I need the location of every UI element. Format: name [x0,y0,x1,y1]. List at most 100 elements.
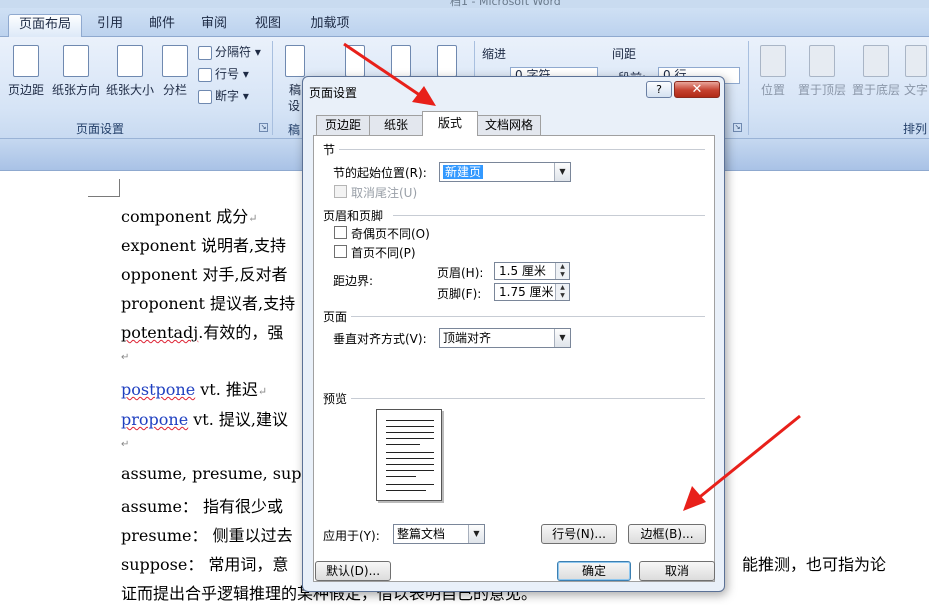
orientation-label: 纸张方向 [51,83,100,97]
partial-label-1: 稿 [288,83,301,97]
footer-distance-value: 1.75 厘米 [499,285,554,299]
layout-panel [313,135,715,582]
vertical-align-select[interactable]: 顶端对齐 ▼ [439,328,571,348]
header-distance-label: 页眉(H): [437,266,484,280]
cancel-button[interactable]: 取消 [639,561,715,581]
bring-front-icon [809,45,835,77]
doc-line: exponent 说明者,支持 [121,236,287,255]
layout-preview [376,409,442,501]
borders-button[interactable]: 边框(B)... [628,524,706,544]
indent-label: 缩进 [482,47,507,61]
default-button[interactable]: 默认(D)... [315,561,391,581]
paper-size-icon [117,45,143,77]
tab-references[interactable]: 引用 [88,14,132,37]
divider [351,316,705,317]
send-back-icon [863,45,889,77]
spinner-icon[interactable]: ▲ ▼ [555,263,569,279]
doc-line: suppose： 常用词，意 [121,555,289,574]
doc-line: postpone vt. 推迟↵ [121,380,268,399]
header-distance-field[interactable]: 1.5 厘米 ▲ ▼ [494,262,570,280]
margins-label: 页边距 [7,83,44,97]
divider [339,149,705,150]
orientation-button[interactable]: 纸张方向 [50,45,102,98]
section-start-value: 新建页 [443,165,484,179]
section-start-label: 节的起始位置(R): [333,166,427,180]
from-edge-label: 距边界: [333,274,374,288]
help-button[interactable]: ? [646,81,672,98]
header-distance-value: 1.5 厘米 [499,264,546,278]
watermark-icon [345,45,365,77]
group-separator [748,41,749,135]
doc-line: propone vt. 提议,建议 [121,410,288,429]
margins-icon [13,45,39,77]
section-start-select[interactable]: 新建页 ▼ [439,162,571,182]
bring-front-label: 置于顶层 [797,83,846,97]
position-icon [760,45,786,77]
doc-line: assume, presume, suppo [121,464,322,483]
position-button[interactable]: 位置 [756,45,790,98]
line-numbers-button[interactable]: 行号(N)... [541,524,617,544]
columns-button[interactable]: 分栏 [158,45,192,98]
hyphenation-button[interactable]: 断字 ▾ [198,87,249,104]
doc-line: assume： 指有很少或 [121,497,284,516]
paragraph-mark: ↵ [121,352,130,363]
breaks-label: 分隔符 [215,45,252,59]
partial-label-2: 设 [288,99,301,113]
ok-button[interactable]: 确定 [557,561,631,581]
chevron-down-icon: ▼ [554,163,570,181]
group-separator [272,41,273,135]
line-numbers-label: 行号 [215,67,240,81]
breaks-button[interactable]: 分隔符 ▾ [198,43,261,60]
preview-heading: 预览 [323,392,348,406]
doc-line: presume： 侧重以过去 [121,526,293,545]
first-page-label: 首页不同(P) [351,246,416,260]
apply-to-label: 应用于(Y): [323,529,380,543]
bring-front-button[interactable]: 置于顶层 [796,45,848,98]
tab-page-layout[interactable]: 页面布局 [8,14,82,37]
group-label-page-setup: 页面设置 [75,122,124,136]
position-label: 位置 [760,83,785,97]
group-label-arrange: 排列 [902,122,927,136]
paragraph-launcher[interactable]: ↘ [733,123,742,132]
line-numbers-button[interactable]: 行号 ▾ [198,65,249,82]
draft-icon [285,45,305,77]
suppress-endnotes-label: 取消尾注(U) [351,186,418,200]
tab-layout[interactable]: 版式 [422,111,478,136]
chevron-down-icon: ▼ [468,525,484,543]
close-icon: ✕ [691,82,703,97]
doc-line: proponent 提议者,支持 [121,294,296,313]
doc-line-tail: 能推测，也可指为论 [742,555,887,574]
margins-button[interactable]: 页边距 [4,45,48,98]
text-wrap-icon [905,45,927,77]
size-label: 纸张大小 [105,83,154,97]
page-setup-dialog: 页面设置 ? ✕ 页边距 纸张 版式 文档网格 节 节的起始位置(R): 新建页… [302,76,725,592]
first-page-checkbox[interactable] [334,245,347,258]
section-heading: 节 [323,143,336,157]
size-button[interactable]: 纸张大小 [104,45,156,98]
close-button[interactable]: ✕ [674,81,720,98]
vertical-align-value: 顶端对齐 [443,331,492,345]
tab-mailings[interactable]: 邮件 [140,14,184,37]
tab-view[interactable]: 视图 [246,14,290,37]
hyphenation-icon [198,89,212,104]
tab-review[interactable]: 审阅 [192,14,236,37]
page-setup-launcher[interactable]: ↘ [259,123,268,132]
tab-addins[interactable]: 加载项 [302,14,358,37]
header-footer-heading: 页眉和页脚 [323,209,384,223]
dialog-title: 页面设置 [309,86,358,100]
tab-margins[interactable]: 页边距 [316,115,370,135]
doc-line: potentadj.有效的，强 [121,323,284,342]
suppress-endnotes-checkbox[interactable] [334,185,347,198]
odd-even-label: 奇偶页不同(O) [351,227,430,241]
send-back-button[interactable]: 置于底层 [850,45,902,98]
tab-document-grid[interactable]: 文档网格 [477,115,541,135]
columns-icon [162,45,188,77]
footer-distance-field[interactable]: 1.75 厘米 ▲ ▼ [494,283,570,301]
apply-to-select[interactable]: 整篇文档 ▼ [393,524,485,544]
hyphenation-label: 断字 [215,89,240,103]
spinner-icon[interactable]: ▲ ▼ [555,284,569,300]
tab-paper[interactable]: 纸张 [369,115,423,135]
odd-even-checkbox[interactable] [334,226,347,239]
doc-line: component 成分↵ [121,207,258,226]
text-wrap-button[interactable]: 文字 [904,45,928,98]
